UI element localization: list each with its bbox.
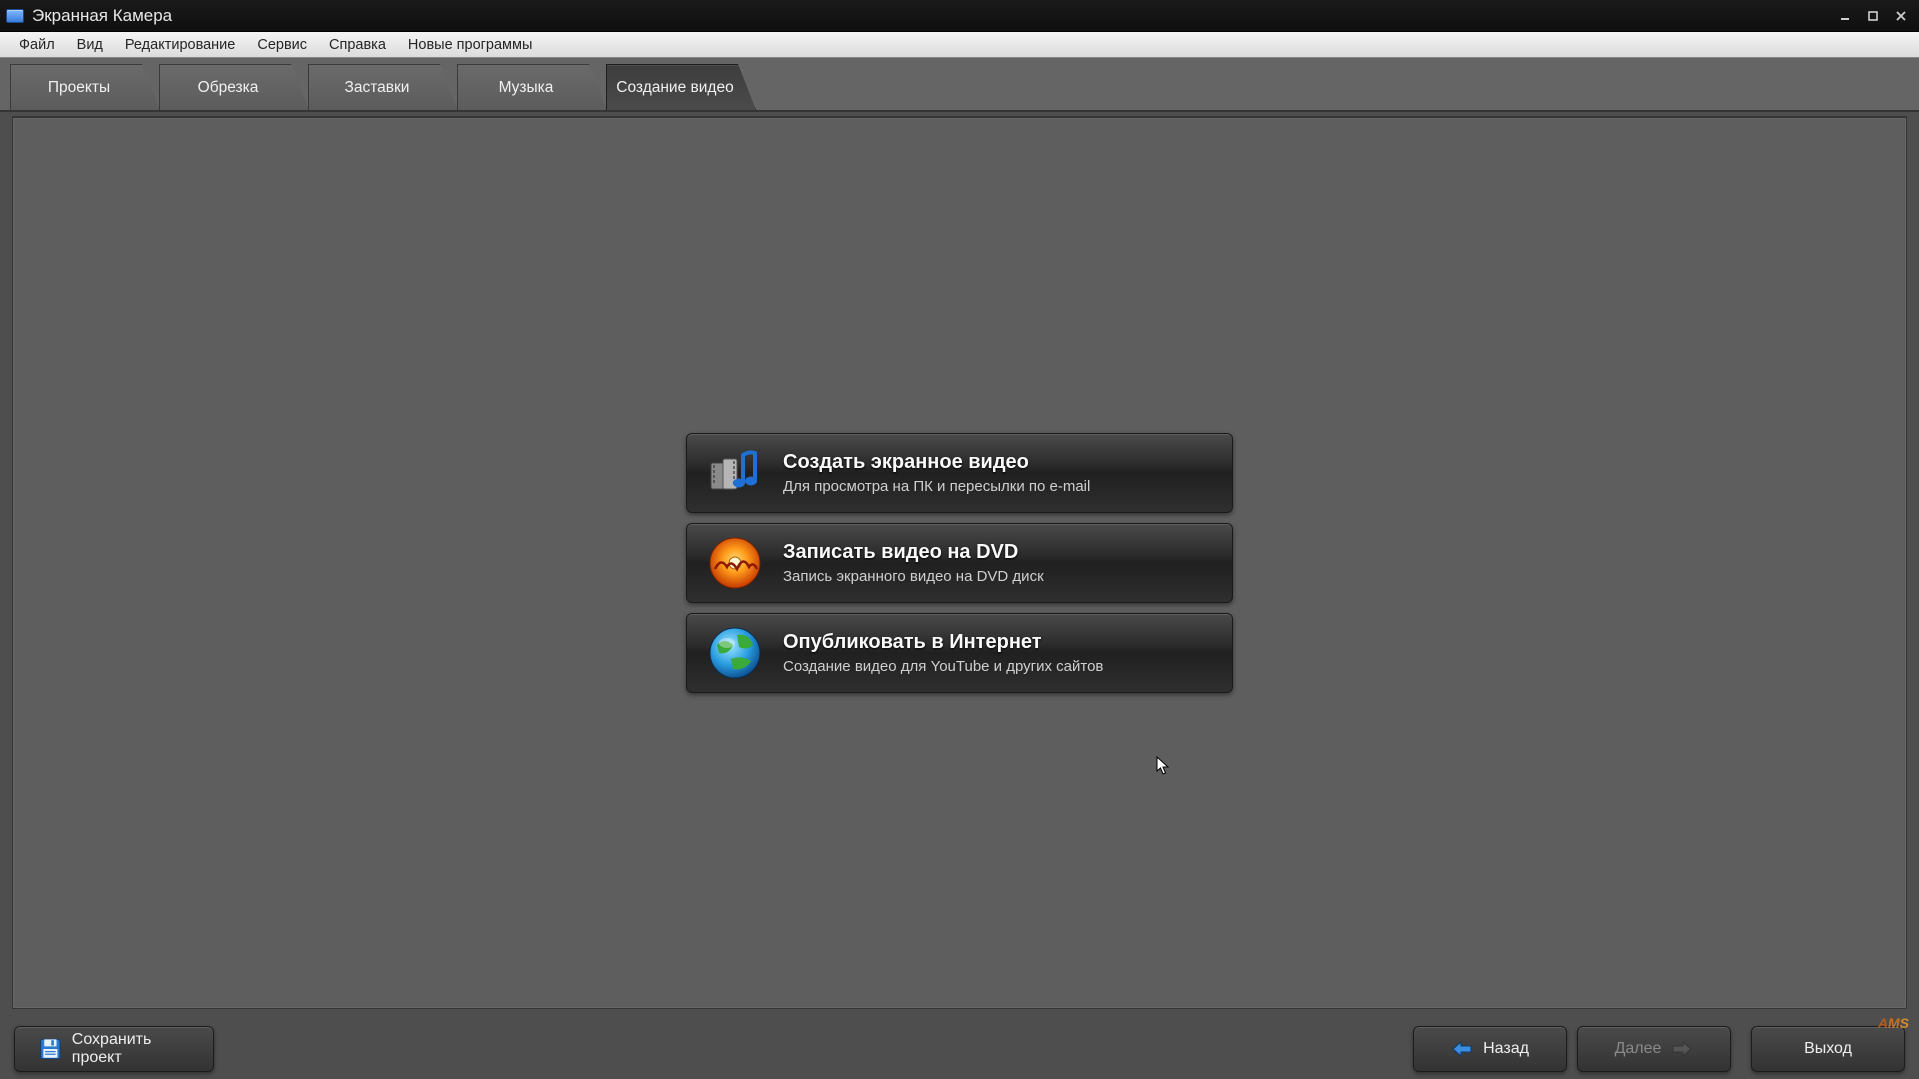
tab-label: Музыка xyxy=(499,79,554,97)
bottombar: Сохранить проект Назад Далее Выход xyxy=(0,1019,1919,1079)
tab-music[interactable]: Музыка xyxy=(457,64,607,110)
tabstrip: Проекты Обрезка Заставки Музыка Создание… xyxy=(0,58,1919,112)
arrow-left-icon xyxy=(1451,1040,1473,1058)
app-icon xyxy=(6,9,24,23)
floppy-icon xyxy=(39,1036,62,1062)
film-music-icon xyxy=(707,445,763,501)
tab-create-video[interactable]: Создание видео xyxy=(606,64,756,110)
tab-label: Заставки xyxy=(345,79,410,97)
menubar: Файл Вид Редактирование Сервис Справка Н… xyxy=(0,32,1919,58)
card-desc: Создание видео для YouTube и других сайт… xyxy=(783,658,1212,675)
card-create-screen-video[interactable]: Создать экранное видео Для просмотра на … xyxy=(686,433,1233,513)
save-project-button[interactable]: Сохранить проект xyxy=(14,1026,214,1072)
titlebar: Экранная Камера xyxy=(0,0,1919,32)
tab-titles[interactable]: Заставки xyxy=(308,64,458,110)
card-desc: Для просмотра на ПК и пересылки по e-mai… xyxy=(783,478,1212,495)
content-area: Создать экранное видео Для просмотра на … xyxy=(12,116,1907,1009)
maximize-button[interactable] xyxy=(1861,6,1885,26)
tab-label: Создание видео xyxy=(616,79,733,97)
globe-icon xyxy=(707,625,763,681)
arrow-right-icon xyxy=(1671,1040,1693,1058)
window-title: Экранная Камера xyxy=(32,6,1829,26)
exit-button[interactable]: Выход xyxy=(1751,1026,1905,1072)
menu-service[interactable]: Сервис xyxy=(246,35,318,55)
tab-label: Проекты xyxy=(48,79,110,97)
card-publish-internet[interactable]: Опубликовать в Интернет Создание видео д… xyxy=(686,613,1233,693)
menu-file[interactable]: Файл xyxy=(8,35,66,55)
next-button: Далее xyxy=(1577,1026,1731,1072)
card-title: Опубликовать в Интернет xyxy=(783,631,1212,654)
close-button[interactable] xyxy=(1889,6,1913,26)
menu-view[interactable]: Вид xyxy=(66,35,114,55)
minimize-button[interactable] xyxy=(1833,6,1857,26)
tab-projects[interactable]: Проекты xyxy=(10,64,160,110)
card-title: Создать экранное видео xyxy=(783,451,1212,474)
button-label: Сохранить проект xyxy=(72,1031,189,1067)
button-label: Далее xyxy=(1615,1040,1662,1058)
menu-new-programs[interactable]: Новые программы xyxy=(397,35,544,55)
tab-trim[interactable]: Обрезка xyxy=(159,64,309,110)
menu-edit[interactable]: Редактирование xyxy=(114,35,246,55)
maximize-icon xyxy=(1867,10,1879,22)
button-label: Назад xyxy=(1483,1040,1529,1058)
card-stack: Создать экранное видео Для просмотра на … xyxy=(686,433,1233,693)
tab-label: Обрезка xyxy=(198,79,259,97)
card-burn-dvd[interactable]: Записать видео на DVD Запись экранного в… xyxy=(686,523,1233,603)
brand-logo: AMS xyxy=(1878,1015,1909,1031)
button-label: Выход xyxy=(1804,1040,1852,1058)
minimize-icon xyxy=(1839,10,1851,22)
disc-fire-icon xyxy=(707,535,763,591)
menu-help[interactable]: Справка xyxy=(318,35,397,55)
card-title: Записать видео на DVD xyxy=(783,541,1212,564)
back-button[interactable]: Назад xyxy=(1413,1026,1567,1072)
card-desc: Запись экранного видео на DVD диск xyxy=(783,568,1212,585)
close-icon xyxy=(1895,10,1907,22)
